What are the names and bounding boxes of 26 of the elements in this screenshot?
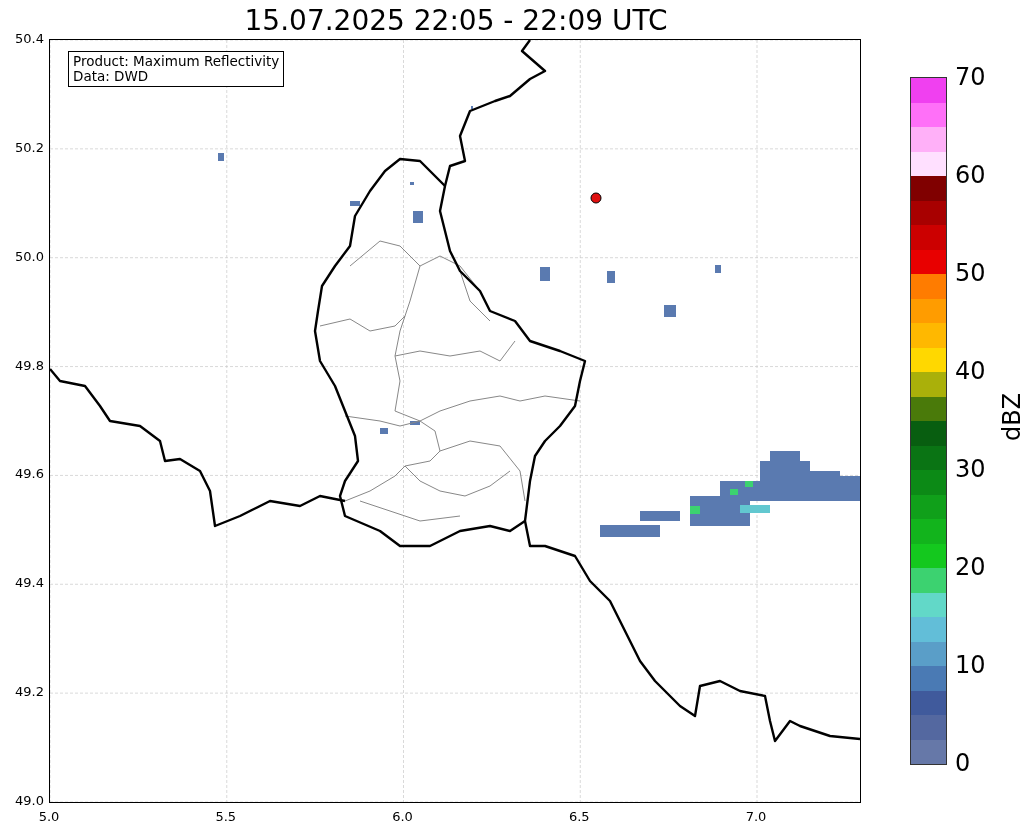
tick-label: 49.2: [15, 684, 44, 701]
axis-label: dBZ: [998, 392, 1023, 442]
tick-label: 5.0: [37, 809, 61, 824]
tick-label: 49.8: [15, 357, 44, 374]
tick-label: 50.0: [15, 248, 44, 265]
tick-label: 50: [955, 259, 986, 287]
tick-label: 7.0: [744, 809, 768, 824]
chart-title: 15.07.2025 22:05 - 22:09 UTC: [244, 7, 668, 39]
tick-label: 49.6: [15, 466, 44, 483]
tick-label: 40: [955, 357, 986, 385]
tick-label: 30: [955, 455, 986, 483]
info-text: Product: Maximum Reflectivity: [73, 54, 280, 69]
tick-label: 6.0: [391, 809, 414, 824]
tick-label: 0: [955, 749, 971, 777]
tick-label: 60: [955, 161, 986, 189]
tick-label: 50.4: [15, 31, 44, 47]
tick-label: 50.2: [15, 139, 44, 156]
tick-label: 10: [955, 651, 986, 679]
tick-label: 70: [955, 63, 986, 91]
tick-label: 6.5: [567, 809, 591, 824]
location-marker: [590, 192, 602, 204]
tick-label: 20: [955, 553, 986, 581]
tick-label: 5.5: [214, 809, 238, 824]
tick-label: 49.0: [15, 793, 44, 809]
tick-label: 49.4: [15, 575, 44, 592]
info-text: Data: DWD: [73, 69, 150, 84]
